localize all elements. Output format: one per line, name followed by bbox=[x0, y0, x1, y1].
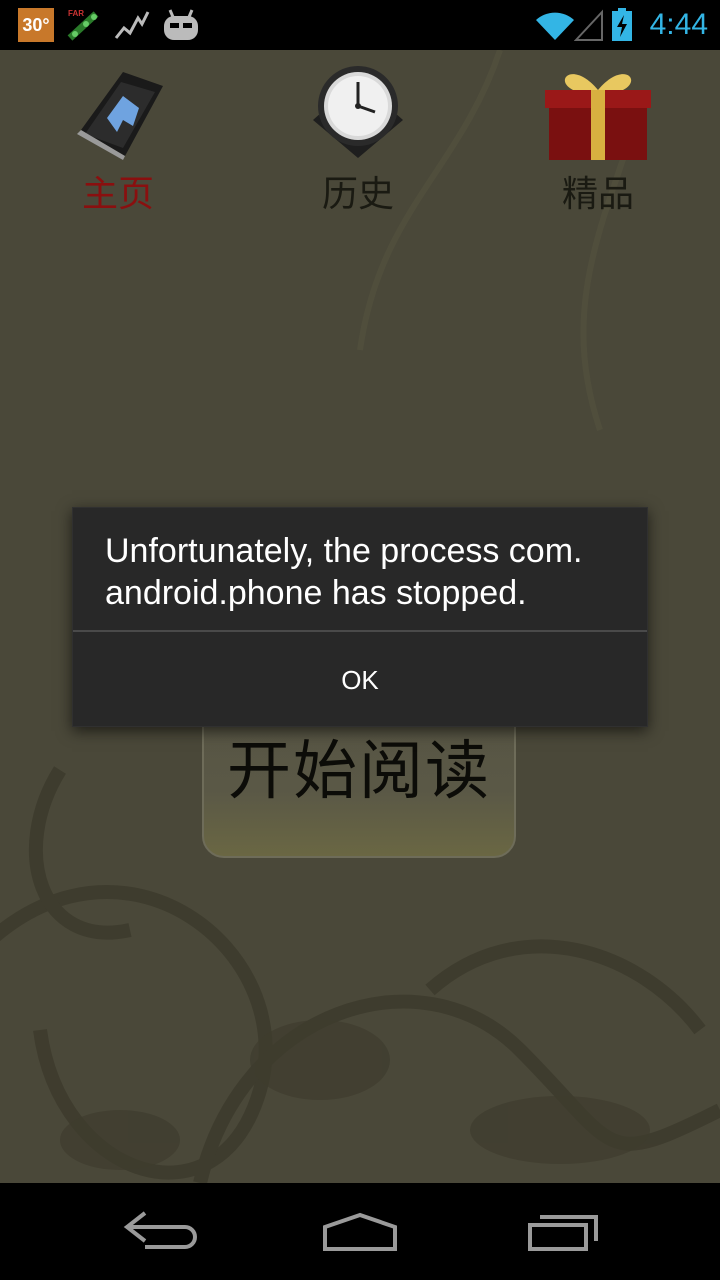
wifi-icon bbox=[536, 12, 574, 40]
battery-charging-icon bbox=[612, 8, 632, 41]
flag-icon: FAR bbox=[67, 9, 99, 41]
cyanogen-icon bbox=[164, 9, 198, 40]
home-icon[interactable] bbox=[315, 1205, 405, 1257]
clock-icon bbox=[313, 66, 403, 158]
tab-history-label: 历史 bbox=[321, 174, 394, 215]
svg-text:FAR: FAR bbox=[68, 9, 84, 18]
recent-apps-icon[interactable] bbox=[520, 1205, 610, 1257]
dialog-message: Unfortunately, the process com. android.… bbox=[105, 532, 583, 612]
home-book-icon bbox=[77, 72, 163, 160]
tab-home[interactable]: 主页 bbox=[38, 60, 198, 230]
error-dialog: Unfortunately, the process com. android.… bbox=[72, 507, 648, 727]
tab-home-label: 主页 bbox=[81, 174, 154, 215]
navigation-bar bbox=[0, 1183, 720, 1280]
status-bar: 30° FAR 4:44 bbox=[0, 0, 720, 50]
tab-premium-label: 精品 bbox=[561, 174, 634, 215]
status-clock: 4:44 bbox=[649, 8, 708, 41]
tab-history[interactable]: 历史 bbox=[278, 60, 438, 230]
gift-icon bbox=[545, 74, 651, 160]
tab-premium[interactable]: 精品 bbox=[518, 60, 678, 230]
screen: 30° FAR 4:44 主页 历史 精品 开始阅读 Unfortunately… bbox=[0, 0, 720, 1280]
ok-button[interactable]: OK bbox=[73, 632, 647, 728]
weather-temp-icon: 30° bbox=[18, 8, 54, 42]
signal-icon bbox=[574, 9, 603, 41]
back-icon[interactable] bbox=[115, 1205, 205, 1257]
start-reading-label: 开始阅读 bbox=[227, 735, 491, 809]
activity-icon bbox=[114, 11, 150, 39]
